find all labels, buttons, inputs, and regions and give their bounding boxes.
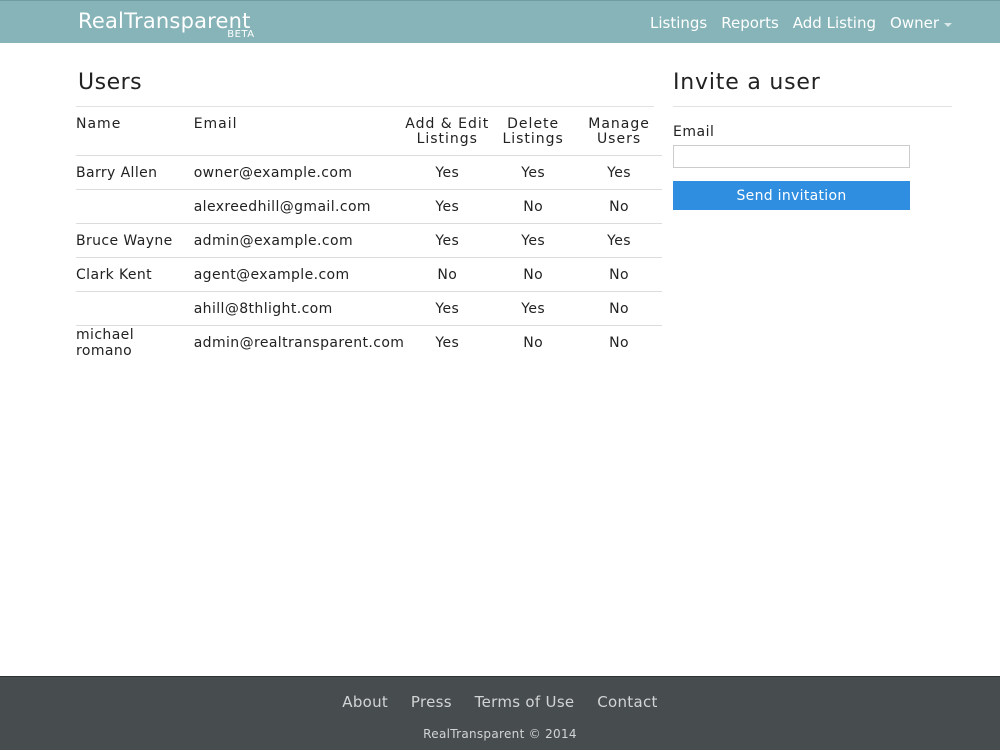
perm-manage: No [576,189,662,224]
user-email: owner@example.com [193,155,405,190]
perm-manage: Yes [576,155,662,190]
invite-title: Invite a user [673,68,952,107]
table-row: alexreedhill@gmail.com Yes No No [76,189,662,224]
header-manage-line1: Manage [588,116,650,132]
nav-link-reports[interactable]: Reports [721,14,779,32]
email-label: Email [673,124,715,140]
send-invitation-button[interactable]: Send invitation [673,181,910,210]
perm-manage: Yes [576,223,662,258]
user-name [76,189,194,224]
user-email: ahill@8thlight.com [193,291,405,326]
nav-link-add-listing[interactable]: Add Listing [793,14,876,32]
user-email: agent@example.com [193,257,405,292]
footer-links: About Press Terms of Use Contact [0,693,1000,711]
header-manage-users: Manage Users [576,107,662,156]
user-name: Clark Kent [76,257,194,292]
perm-manage: No [576,325,662,359]
perm-delete: Yes [490,291,577,326]
email-input[interactable] [673,145,910,168]
header-email: Email [193,116,238,132]
table-row: michael romano admin@realtransparent.com… [76,325,662,359]
users-table: Name Email Add & Edit Listings Delete Li… [76,107,662,359]
beta-badge: BETA [227,29,255,40]
user-email: admin@example.com [193,223,405,258]
copyright: RealTransparent © 2014 [423,727,577,741]
header-add-edit-line1: Add & Edit [405,116,490,132]
perm-add-edit: Yes [404,189,491,224]
footer-link-about[interactable]: About [342,693,388,711]
perm-delete: Yes [490,155,577,190]
table-row: Barry Allen owner@example.com Yes Yes Ye… [76,155,662,190]
caret-down-icon [944,22,952,27]
user-email: alexreedhill@gmail.com [193,189,405,224]
header-add-edit-listings: Add & Edit Listings [404,107,490,156]
perm-delete: No [490,325,577,359]
perm-delete: No [490,189,577,224]
table-row: Clark Kent agent@example.com No No No [76,257,662,292]
nav-links: Listings Reports Add Listing Owner [636,1,952,44]
user-email: admin@realtransparent.com [193,325,405,359]
top-navbar: RealTransparent BETA Listings Reports Ad… [0,0,1000,43]
table-header-row: Name Email Add & Edit Listings Delete Li… [76,107,662,156]
perm-add-edit: Yes [404,155,491,190]
perm-add-edit: Yes [404,223,491,258]
owner-dropdown-label: Owner [890,13,939,32]
users-section: Users Name Email Add & Edit Listings Del… [76,68,662,359]
user-name: Bruce Wayne [76,223,194,258]
perm-manage: No [576,257,662,292]
header-delete-listings: Delete Listings [490,107,576,156]
footer: About Press Terms of Use Contact RealTra… [0,676,1000,750]
nav-link-listings[interactable]: Listings [650,14,707,32]
header-name: Name [76,116,122,132]
footer-link-terms[interactable]: Terms of Use [475,693,575,711]
perm-delete: Yes [490,223,577,258]
brand-name: RealTransparent [78,9,251,33]
table-row: ahill@8thlight.com Yes Yes No [76,291,662,326]
user-name [76,291,194,326]
user-name: Barry Allen [76,155,194,190]
invite-section: Invite a user Email Send invitation [673,68,952,210]
brand-logo-link[interactable]: RealTransparent BETA [78,8,254,40]
perm-add-edit: Yes [404,291,491,326]
table-row: Bruce Wayne admin@example.com Yes Yes Ye… [76,223,662,258]
user-name: michael romano [76,325,194,359]
page: RealTransparent BETA Listings Reports Ad… [0,0,1000,750]
perm-add-edit: Yes [404,325,491,359]
footer-link-press[interactable]: Press [411,693,452,711]
perm-delete: No [490,257,577,292]
header-manage-line2: Users [596,131,642,147]
header-add-edit-line2: Listings [416,131,478,147]
perm-manage: No [576,291,662,326]
footer-link-contact[interactable]: Contact [597,693,657,711]
perm-add-edit: No [404,257,491,292]
header-delete-line1: Delete [507,116,560,132]
users-title: Users [76,68,654,107]
owner-dropdown[interactable]: Owner [890,14,952,32]
header-delete-line2: Listings [502,131,564,147]
